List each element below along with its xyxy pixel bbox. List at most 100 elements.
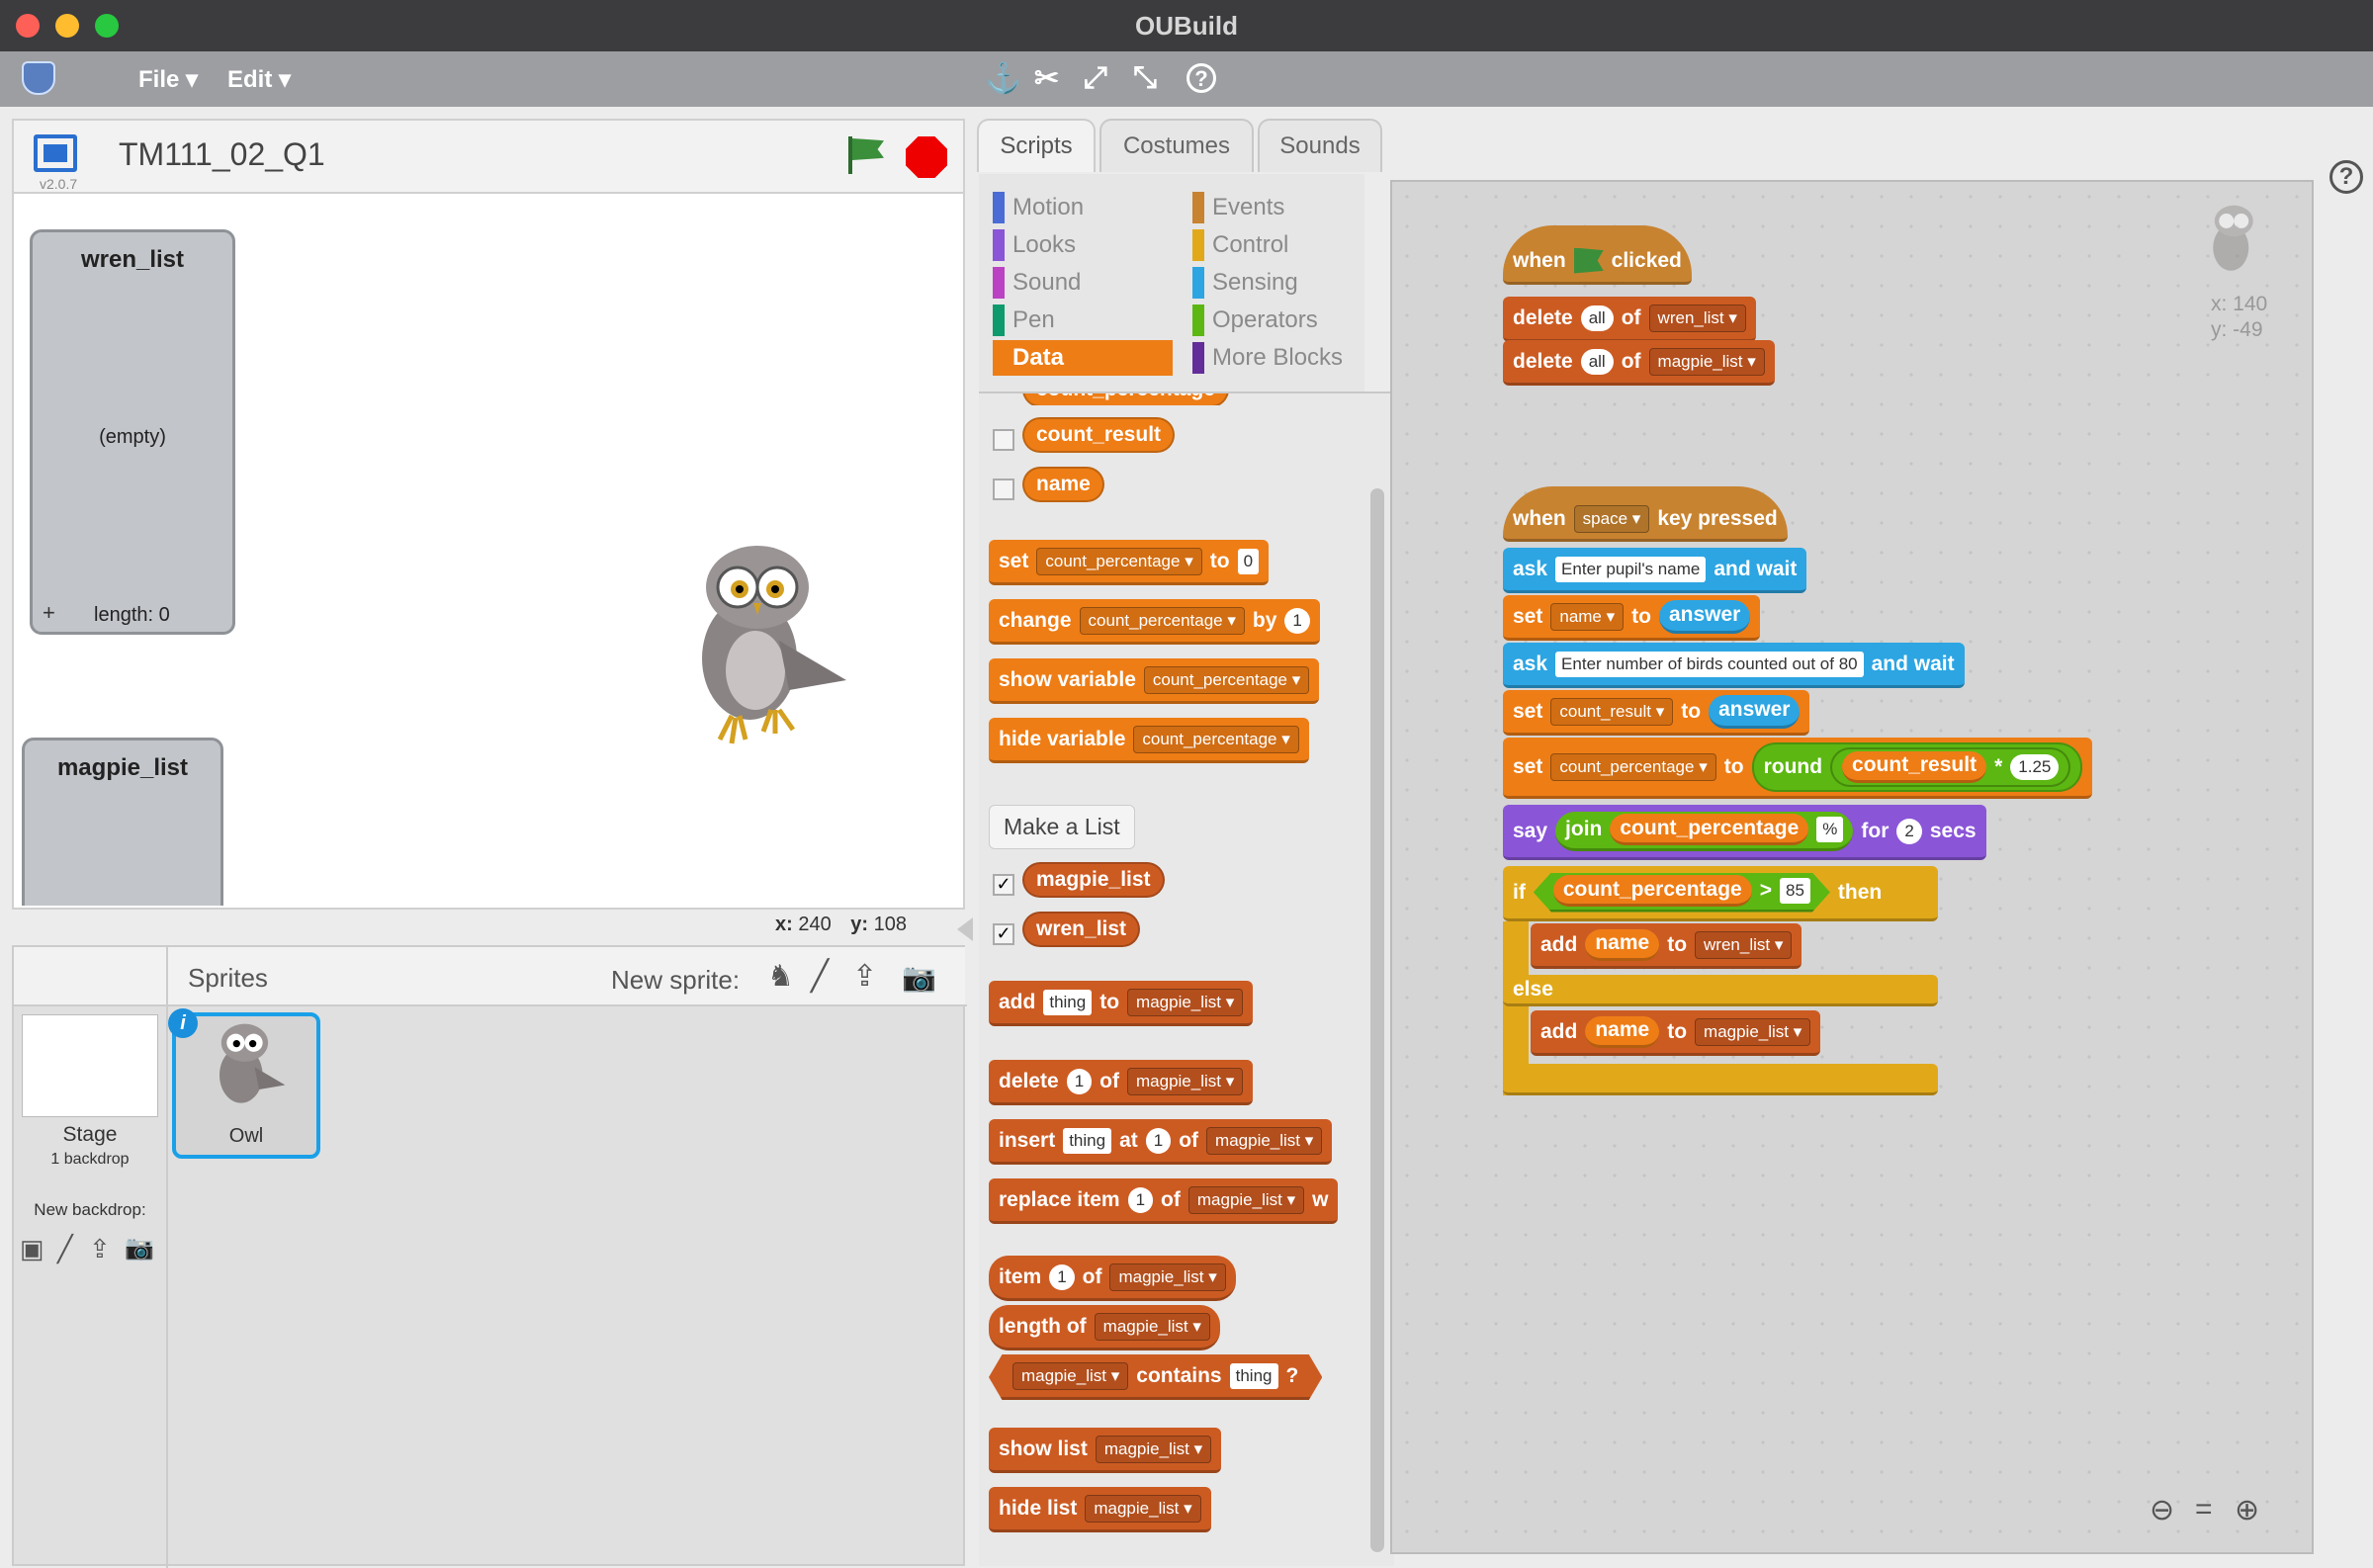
stop-icon[interactable] bbox=[906, 136, 947, 178]
tab-costumes[interactable]: Costumes bbox=[1099, 119, 1254, 172]
scripts-area[interactable]: x: 140 y: -49 when clicked delete all of… bbox=[1390, 180, 2314, 1554]
block-show-list[interactable]: show list magpie_list bbox=[989, 1428, 1222, 1473]
block-delete-of-list[interactable]: delete 1 of magpie_list bbox=[989, 1060, 1254, 1105]
stage-thumbnail[interactable] bbox=[22, 1014, 158, 1117]
paint-sprite-icon[interactable]: ╱ bbox=[811, 959, 829, 994]
block-hide-list[interactable]: hide list magpie_list bbox=[989, 1487, 1211, 1532]
camera-backdrop-icon[interactable]: 📷 bbox=[125, 1234, 154, 1263]
upload-backdrop-icon[interactable]: ⇪ bbox=[89, 1234, 111, 1264]
variable-dropdown[interactable]: count_percentage bbox=[1079, 606, 1245, 635]
predicate-list-contains[interactable]: magpie_list contains thing ? bbox=[989, 1354, 1323, 1400]
block-add-name-to-wren[interactable]: add name to wren_list bbox=[1531, 923, 1802, 969]
block-delete-all-wren[interactable]: delete all of wren_list bbox=[1503, 297, 1756, 342]
category-operators[interactable]: Operators bbox=[1192, 305, 1318, 336]
category-sensing[interactable]: Sensing bbox=[1192, 267, 1298, 299]
category-motion[interactable]: Motion bbox=[993, 192, 1084, 223]
zoom-reset-icon[interactable]: = bbox=[2195, 1493, 2213, 1526]
value-input[interactable]: 1 bbox=[1284, 607, 1310, 634]
minimize-window-button[interactable] bbox=[55, 14, 79, 38]
block-ask-name[interactable]: ask Enter pupil's name and wait bbox=[1503, 548, 1807, 593]
hat-when-flag-clicked[interactable]: when clicked bbox=[1503, 225, 1692, 285]
block-if-else[interactable]: if count_percentage > 85 then add name t… bbox=[1503, 866, 1938, 1097]
cut-icon[interactable]: ✂ bbox=[1034, 61, 1059, 96]
tab-sounds[interactable]: Sounds bbox=[1258, 119, 1382, 172]
duplicate-icon[interactable]: ⚓ bbox=[985, 61, 1021, 96]
add-item-icon[interactable]: + bbox=[43, 600, 55, 626]
block-insert-at-list[interactable]: insert thing at 1 of magpie_list bbox=[989, 1119, 1333, 1165]
sprite-info-icon[interactable]: i bbox=[168, 1008, 198, 1038]
sprite-library-icon[interactable]: ♞ bbox=[767, 959, 794, 994]
magpie-list-monitor[interactable]: magpie_list bbox=[22, 738, 223, 906]
close-window-button[interactable] bbox=[16, 14, 40, 38]
variable-dropdown[interactable]: count_percentage bbox=[1036, 547, 1202, 575]
block-hide-variable[interactable]: hide variable count_percentage bbox=[989, 718, 1309, 763]
backdrop-library-icon[interactable]: ▣ bbox=[20, 1234, 44, 1264]
shrink-icon[interactable]: ⤡ bbox=[1133, 61, 1157, 95]
block-change-variable[interactable]: change count_percentage by 1 bbox=[989, 599, 1320, 645]
paint-backdrop-icon[interactable]: ╱ bbox=[57, 1234, 73, 1264]
block-set-count-percentage[interactable]: set count_percentage to round count_resu… bbox=[1503, 738, 2093, 799]
reporter-count-percentage[interactable]: count_percentage bbox=[1610, 814, 1809, 845]
palette-scrollbar[interactable] bbox=[1370, 488, 1384, 1552]
block-set-count-result[interactable]: set count_result to answer bbox=[1503, 690, 1810, 736]
project-title[interactable]: TM111_02_Q1 bbox=[119, 136, 325, 173]
block-delete-all-magpie[interactable]: delete all of magpie_list bbox=[1503, 340, 1775, 386]
checkbox-count-result[interactable] bbox=[993, 429, 1014, 451]
checkbox-name[interactable] bbox=[993, 479, 1014, 500]
upload-sprite-icon[interactable]: ⇪ bbox=[852, 959, 877, 994]
tips-help-icon[interactable]: ? bbox=[2329, 160, 2363, 194]
category-data[interactable]: Data bbox=[993, 340, 1173, 376]
owl-sprite[interactable] bbox=[680, 542, 854, 751]
category-events[interactable]: Events bbox=[1192, 192, 1284, 223]
reporter-name[interactable]: name bbox=[1585, 1015, 1660, 1048]
variable-dropdown[interactable]: count_percentage bbox=[1143, 665, 1310, 694]
block-add-to-list[interactable]: add thing to magpie_list bbox=[989, 981, 1254, 1026]
edit-menu[interactable]: Edit ▾ bbox=[227, 65, 291, 94]
wren-list-monitor[interactable]: wren_list (empty) + length: 0 bbox=[30, 229, 235, 635]
reporter-count-result[interactable]: count_result bbox=[1022, 417, 1176, 453]
category-sound[interactable]: Sound bbox=[993, 267, 1081, 299]
reporter-length-of-list[interactable]: length of magpie_list bbox=[989, 1305, 1220, 1350]
tab-scripts[interactable]: Scripts bbox=[977, 119, 1096, 172]
category-more-blocks[interactable]: More Blocks bbox=[1192, 342, 1343, 374]
block-set-name[interactable]: set name to answer bbox=[1503, 595, 1761, 641]
fullscreen-icon[interactable] bbox=[34, 134, 77, 172]
collapse-stage-icon[interactable] bbox=[957, 917, 973, 941]
zoom-window-button[interactable] bbox=[95, 14, 119, 38]
sprite-tile-owl[interactable]: Owl bbox=[172, 1012, 320, 1159]
variable-dropdown[interactable]: count_percentage bbox=[1133, 725, 1299, 753]
reporter-answer[interactable]: answer bbox=[1658, 599, 1751, 634]
reporter-multiply[interactable]: count_result * 1.25 bbox=[1830, 746, 2071, 787]
block-replace-item[interactable]: replace item 1 of magpie_list w bbox=[989, 1178, 1339, 1224]
reporter-name[interactable]: name bbox=[1585, 928, 1660, 961]
block-add-name-to-magpie[interactable]: add name to magpie_list bbox=[1531, 1010, 1821, 1056]
ask-question-input[interactable]: Enter number of birds counted out of 80 bbox=[1555, 651, 1864, 677]
reporter-count-result[interactable]: count_result bbox=[1842, 750, 1987, 783]
hat-when-key-pressed[interactable]: when space key pressed bbox=[1503, 486, 1788, 542]
reporter-wren-list[interactable]: wren_list bbox=[1022, 912, 1141, 947]
reporter-count-percentage-partial[interactable]: count_percentage bbox=[1022, 393, 1229, 405]
block-say-for-secs[interactable]: say join count_percentage % for 2 secs bbox=[1503, 805, 1986, 860]
camera-sprite-icon[interactable]: 📷 bbox=[902, 961, 936, 994]
key-dropdown[interactable]: space bbox=[1573, 504, 1650, 533]
category-pen[interactable]: Pen bbox=[993, 305, 1055, 336]
category-looks[interactable]: Looks bbox=[993, 229, 1076, 261]
file-menu[interactable]: File ▾ bbox=[138, 65, 198, 94]
reporter-round[interactable]: round count_result * 1.25 bbox=[1751, 741, 2083, 792]
block-show-variable[interactable]: show variable count_percentage bbox=[989, 658, 1320, 704]
reporter-magpie-list[interactable]: magpie_list bbox=[1022, 862, 1165, 898]
block-set-variable[interactable]: set count_percentage to 0 bbox=[989, 540, 1270, 585]
reporter-join[interactable]: join count_percentage % bbox=[1555, 811, 1854, 851]
reporter-item-of-list[interactable]: item 1 of magpie_list bbox=[989, 1256, 1236, 1301]
reporter-name[interactable]: name bbox=[1022, 467, 1104, 502]
make-a-list-button[interactable]: Make a List bbox=[989, 805, 1135, 849]
green-flag-icon[interactable] bbox=[846, 136, 886, 176]
value-input[interactable]: 0 bbox=[1237, 548, 1260, 574]
grow-icon[interactable]: ⤢ bbox=[1084, 61, 1107, 95]
category-control[interactable]: Control bbox=[1192, 229, 1288, 261]
zoom-in-icon[interactable]: ⊕ bbox=[2235, 1493, 2259, 1527]
zoom-out-icon[interactable]: ⊖ bbox=[2150, 1493, 2174, 1527]
predicate-greater-than[interactable]: count_percentage > 85 bbox=[1533, 872, 1830, 913]
if-header[interactable]: if count_percentage > 85 then bbox=[1503, 866, 1938, 921]
reporter-answer[interactable]: answer bbox=[1709, 694, 1801, 729]
